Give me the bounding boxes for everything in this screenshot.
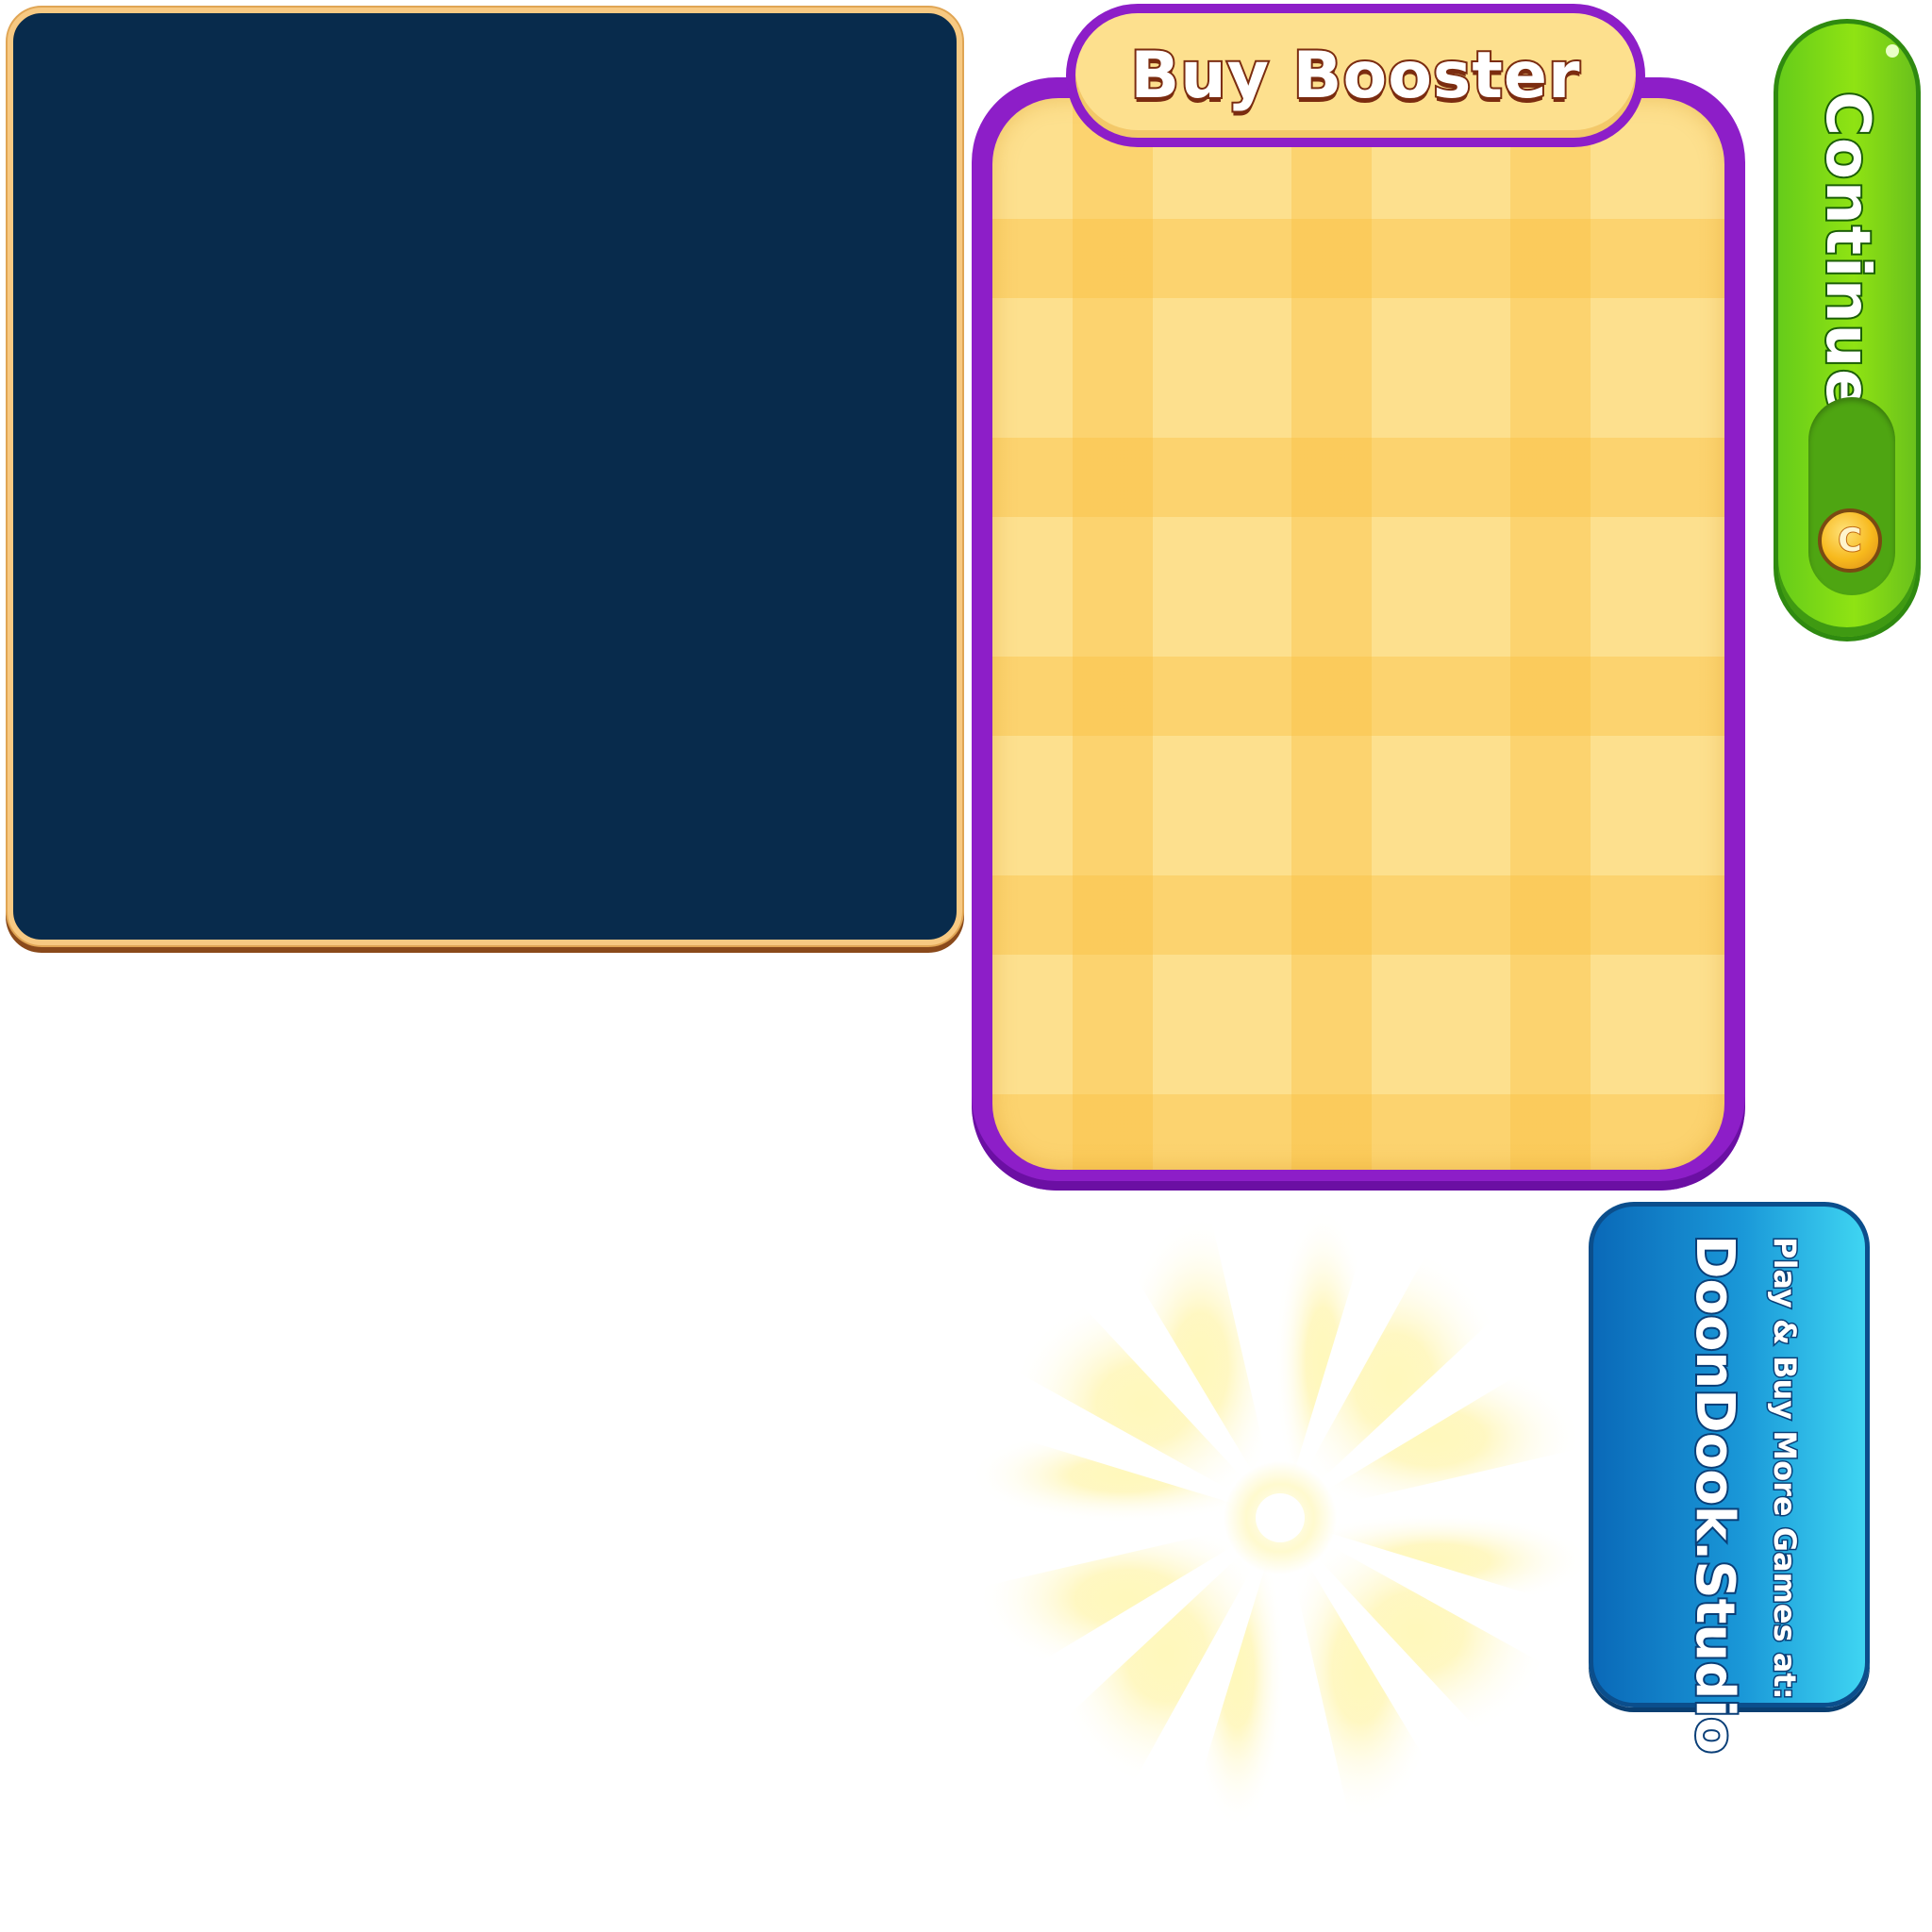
buy-booster-title-tab: Buy Booster: [1066, 4, 1645, 147]
buy-booster-panel: [972, 77, 1745, 1191]
promo-tagline: Play & Buy More Games at:: [1766, 1235, 1805, 1700]
coin-glyph: C: [1838, 521, 1863, 560]
highlight-dot: [1886, 44, 1899, 58]
continue-label: Continue: [1810, 90, 1884, 414]
empty-navy-panel: [8, 8, 962, 945]
coin-icon: C: [1818, 508, 1882, 573]
promo-link-card[interactable]: Play & Buy More Games at: DoonDook.Studi…: [1589, 1202, 1870, 1756]
promo-site-name: DoonDook.Studio: [1682, 1233, 1747, 1756]
buy-booster-title: Buy Booster: [1128, 37, 1581, 115]
booster-plaid-area: [992, 98, 1724, 1170]
continue-button[interactable]: Continue C: [1774, 19, 1921, 641]
glow-burst-icon: [972, 1209, 1589, 1826]
price-slot: C: [1808, 397, 1895, 595]
